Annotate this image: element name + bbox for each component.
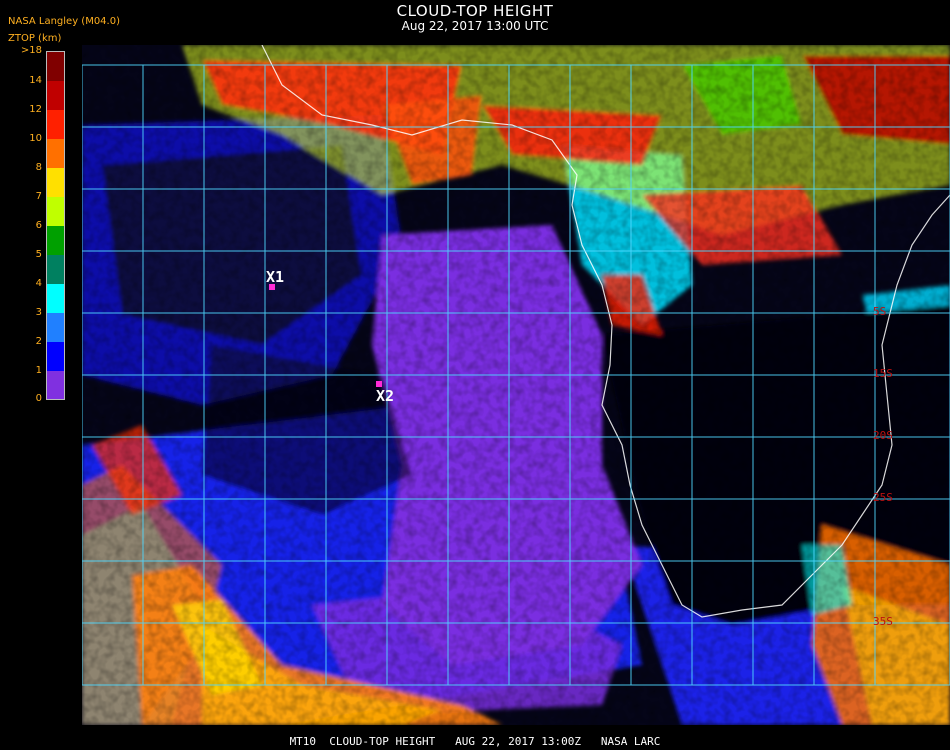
colorbar-seg [47,371,64,399]
lat-label: 25S [873,491,893,504]
colorbar-unit: ZTOP (km) [8,33,62,44]
colorbar-label: 1 [35,365,42,376]
colorbar-seg [47,313,64,342]
marker-x2-label: X2 [376,387,395,405]
lat-label: 35S [873,615,893,628]
marker-x1-label: X1 [266,268,285,286]
lat-label: 15S [873,367,893,380]
map-footer: MT10 CLOUD-TOP HEIGHT AUG 22, 2017 13:00… [289,735,661,748]
colorbar-label: 6 [35,220,42,231]
colorbar-label: 2 [35,336,42,347]
colorbar-seg [47,168,64,197]
lat-label: 20S [873,429,893,442]
colorbar-label: 12 [29,104,42,115]
colorbar-seg [47,342,64,371]
lat-label: 5S [873,305,887,318]
colorbar-seg [47,255,64,284]
colorbar-label: 7 [35,191,42,202]
colorbar-label: 3 [35,307,42,318]
colorbar-seg [47,226,64,255]
colorbar [46,51,65,400]
colorbar-label: 8 [35,162,42,173]
map-timestamp: Aug 22, 2017 13:00 UTC [401,19,549,33]
cloud-top-height-map [82,45,950,725]
colorbar-seg [47,81,64,110]
colorbar-label: 5 [35,249,42,260]
colorbar-label: 0 [35,393,42,404]
product-brand: NASA Langley (M04.0) [8,16,120,27]
colorbar-seg [47,197,64,226]
colorbar-label: 14 [29,75,42,86]
colorbar-seg [47,139,64,168]
colorbar-seg [47,52,64,81]
map-title: CLOUD-TOP HEIGHT [396,2,554,20]
colorbar-seg [47,110,64,139]
colorbar-seg [47,284,64,313]
colorbar-label: 4 [35,278,42,289]
colorbar-label: >18 [20,45,42,56]
colorbar-label: 10 [29,133,42,144]
